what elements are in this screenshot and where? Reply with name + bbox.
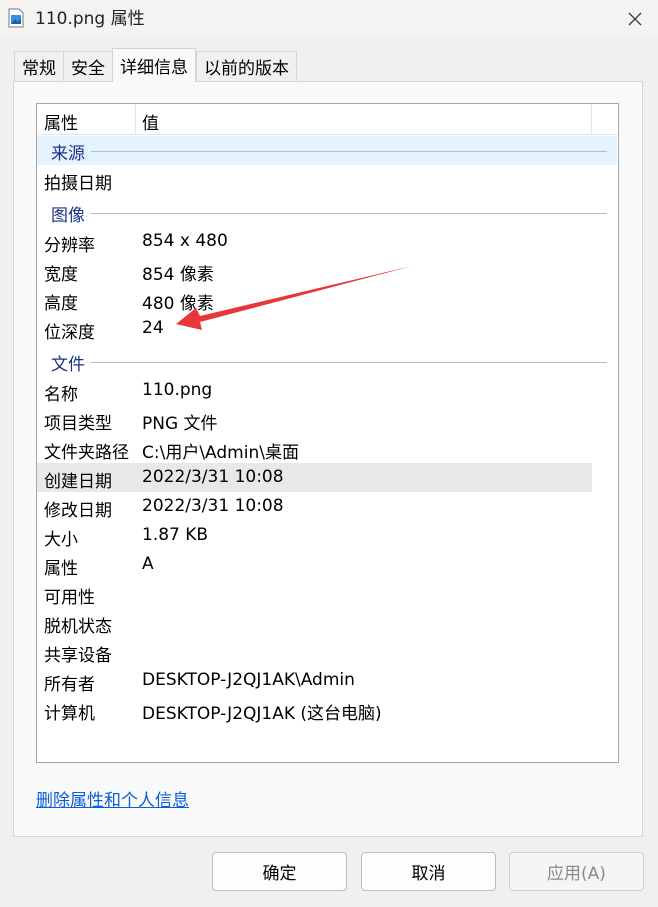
property-name: 属性 — [44, 559, 78, 579]
property-value: DESKTOP-J2QJ1AK\Admin — [142, 670, 355, 690]
property-name: 计算机 — [44, 704, 95, 724]
list-item[interactable]: 项目类型 PNG 文件 — [37, 405, 592, 434]
group-header-source[interactable]: 来源 — [37, 136, 617, 165]
window-title: 110.png 属性 — [35, 9, 145, 29]
property-value: 854 像素 — [142, 265, 214, 285]
property-name: 高度 — [44, 294, 78, 314]
list-item[interactable]: 位深度 24 — [37, 314, 592, 343]
property-name: 名称 — [44, 385, 78, 405]
image-file-icon — [8, 8, 24, 28]
property-name: 大小 — [44, 530, 78, 550]
property-value: 2022/3/31 10:08 — [142, 467, 284, 487]
tab-security[interactable]: 安全 — [63, 51, 112, 81]
property-value: DESKTOP-J2QJ1AK (这台电脑) — [142, 704, 382, 724]
property-name: 项目类型 — [44, 414, 112, 434]
tab-previous-versions[interactable]: 以前的版本 — [196, 51, 297, 81]
property-name: 可用性 — [44, 588, 95, 608]
property-value: 110.png — [142, 380, 213, 400]
group-divider — [91, 213, 607, 214]
list-item[interactable]: 脱机状态 — [37, 608, 592, 637]
remove-properties-link[interactable]: 删除属性和个人信息 — [36, 786, 189, 811]
list-item[interactable]: 高度 480 像素 — [37, 285, 592, 314]
property-name: 位深度 — [44, 323, 95, 343]
column-divider[interactable] — [135, 104, 136, 135]
list-item[interactable]: 所有者 DESKTOP-J2QJ1AK\Admin — [37, 666, 592, 695]
list-item[interactable]: 共享设备 — [37, 637, 592, 666]
column-header-property[interactable]: 属性 — [44, 109, 78, 134]
property-name: 拍摄日期 — [44, 174, 112, 194]
property-name: 分辨率 — [44, 236, 95, 256]
ok-button[interactable]: 确定 — [212, 852, 347, 891]
group-label: 文件 — [51, 355, 85, 375]
property-value: PNG 文件 — [142, 414, 218, 434]
list-item[interactable]: 属性 A — [37, 550, 592, 579]
close-button[interactable] — [612, 0, 658, 38]
property-value: 24 — [142, 318, 164, 338]
property-name: 修改日期 — [44, 501, 112, 521]
list-item[interactable]: 拍摄日期 — [37, 165, 592, 194]
column-header-value[interactable]: 值 — [142, 109, 159, 134]
property-name: 创建日期 — [44, 472, 112, 492]
tab-general[interactable]: 常规 — [14, 51, 63, 81]
column-divider — [591, 104, 592, 135]
list-item[interactable]: 计算机 DESKTOP-J2QJ1AK (这台电脑) — [37, 695, 592, 724]
property-value: 854 x 480 — [142, 231, 228, 251]
property-value: 1.87 KB — [142, 525, 209, 545]
list-header: 属性 值 — [37, 104, 618, 135]
cancel-button[interactable]: 取消 — [361, 852, 496, 891]
list-item[interactable]: 宽度 854 像素 — [37, 256, 592, 285]
group-label: 图像 — [51, 206, 85, 226]
property-value: 2022/3/31 10:08 — [142, 496, 284, 516]
property-name: 文件夹路径 — [44, 443, 129, 463]
property-value: 480 像素 — [142, 294, 214, 314]
group-header-file[interactable]: 文件 — [37, 347, 617, 376]
list-item[interactable]: 分辨率 854 x 480 — [37, 227, 592, 256]
list-item-selected[interactable]: 创建日期 2022/3/31 10:08 — [37, 463, 592, 492]
apply-button[interactable]: 应用(A) — [509, 852, 644, 891]
property-name: 所有者 — [44, 675, 95, 695]
property-name: 宽度 — [44, 265, 78, 285]
property-name: 脱机状态 — [44, 617, 112, 637]
title-bar: 110.png 属性 — [0, 0, 658, 38]
tab-strip: 常规 安全 详细信息 以前的版本 — [14, 48, 297, 82]
property-value: A — [142, 554, 154, 574]
list-item[interactable]: 可用性 — [37, 579, 592, 608]
properties-list[interactable]: 属性 值 来源 拍摄日期 图像 分辨率 854 x 480 宽度 854 像素 … — [36, 103, 619, 763]
list-item[interactable]: 文件夹路径 C:\用户\Admin\桌面 — [37, 434, 592, 463]
tab-details[interactable]: 详细信息 — [112, 48, 196, 82]
property-value: C:\用户\Admin\桌面 — [142, 443, 299, 463]
property-name: 共享设备 — [44, 646, 112, 666]
list-item[interactable]: 大小 1.87 KB — [37, 521, 592, 550]
group-divider — [91, 362, 607, 363]
group-divider — [91, 151, 607, 152]
close-icon — [628, 12, 642, 26]
group-header-image[interactable]: 图像 — [37, 198, 617, 227]
list-item[interactable]: 名称 110.png — [37, 376, 592, 405]
list-item[interactable]: 修改日期 2022/3/31 10:08 — [37, 492, 592, 521]
group-label: 来源 — [51, 144, 85, 164]
